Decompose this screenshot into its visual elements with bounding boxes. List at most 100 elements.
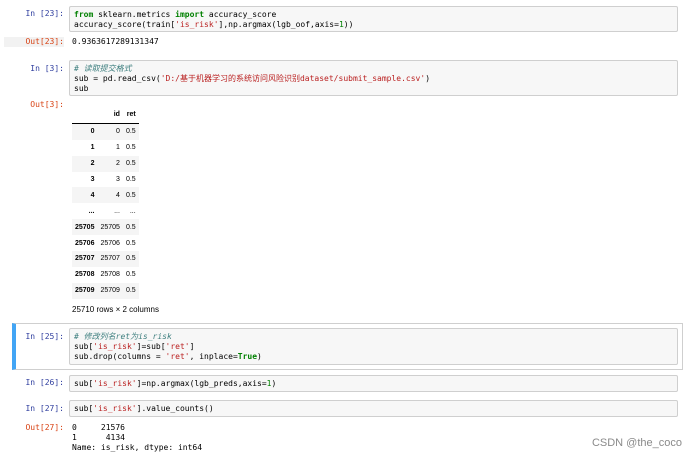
table-cell: 0.5 — [125, 287, 136, 295]
code-token: ]=sub[ — [136, 342, 166, 351]
row-index: 0 — [90, 128, 95, 136]
cell-27-in-prompt: In [27]: — [25, 404, 64, 413]
cell-3-in-prompt: In [3]: — [30, 64, 64, 73]
cell-27-output-line: 0 21576 — [72, 423, 125, 432]
row-index: 25709 — [75, 287, 95, 295]
cell-26-code-input[interactable]: sub['is_risk']=np.argmax(lgb_preds,axis=… — [69, 375, 678, 392]
code-token: import — [175, 10, 205, 19]
code-line: sub — [74, 84, 673, 94]
cell-27-code-input[interactable]: sub['is_risk'].value_counts() — [69, 400, 678, 417]
table-row: 3 3 0.5 — [72, 172, 139, 188]
code-token: sub[ — [74, 404, 94, 413]
code-token: ) — [271, 379, 277, 388]
table-cell: ... — [129, 207, 136, 215]
csdn-watermark: CSDN @the_coco — [591, 437, 682, 449]
table-cell: 0.5 — [125, 191, 136, 199]
code-line: # 读取提交格式 — [74, 64, 673, 74]
code-token: 'ret' — [165, 342, 190, 351]
cell-23-in-prompt: In [23]: — [25, 9, 64, 18]
dataframe-table: id ret 0 0 0.5 1 1 0.5 2 2 0.5 3 3 0.5 4 4 0.5........… — [72, 107, 139, 299]
row-index: 3 — [90, 176, 95, 183]
table-row: 25709 25709 0.5 — [72, 282, 139, 299]
column-header-id: id — [97, 107, 123, 124]
table-cell: 3 — [116, 176, 120, 183]
cell-3-out-prompt: Out[3]: — [30, 100, 64, 109]
code-token: 'is_risk' — [93, 379, 137, 388]
code-token: sklearn.metrics — [93, 10, 176, 19]
row-index: 1 — [90, 144, 95, 152]
code-token: 'is_risk' — [93, 342, 137, 351]
code-token: sub[ — [74, 379, 94, 388]
code-token: from — [74, 10, 94, 19]
cell-23-out-prompt: Out[23]: — [4, 37, 64, 47]
row-index: ... — [88, 207, 95, 215]
row-index: 2 — [90, 160, 95, 168]
table-row: 25706 25706 0.5 — [72, 235, 139, 251]
code-token: sub — [74, 84, 89, 93]
table-cell: 25707 — [100, 255, 120, 263]
code-line: sub['is_risk']=np.argmax(lgb_preds,axis=… — [74, 379, 673, 389]
code-line: sub['is_risk'].value_counts() — [74, 404, 673, 414]
table-cell: 2 — [116, 160, 120, 168]
table-cell: 4 — [116, 191, 120, 199]
cell-27-output-line: 1 4134 — [72, 433, 125, 442]
code-token: ) — [257, 352, 262, 361]
table-cell: 25708 — [100, 271, 120, 279]
table-row: 1 1 0.5 — [72, 140, 139, 156]
table-row: 25708 25708 0.5 — [72, 267, 139, 283]
code-token: accuracy_score — [204, 10, 277, 19]
row-index: 25706 — [75, 239, 95, 247]
dataframe-shape: 25710 rows × 2 columns — [72, 305, 159, 314]
dataframe-header-row: id ret — [72, 107, 139, 124]
index-header — [72, 107, 98, 124]
code-token: sub[ — [74, 342, 94, 351]
column-header-ret: ret — [122, 107, 139, 124]
row-index: 25708 — [75, 271, 95, 279]
table-cell: 0.5 — [125, 239, 136, 247]
table-cell: 1 — [116, 144, 120, 152]
code-comment: # 读取提交格式 — [74, 64, 132, 73]
code-line: sub['is_risk']=sub['ret'] — [74, 342, 673, 352]
cell-3-code-input[interactable]: # 读取提交格式 sub = pd.read_csv('D:/基于机器学习的系统访… — [69, 60, 678, 96]
table-row: 4 4 0.5 — [72, 187, 139, 204]
table-cell: 25706 — [100, 239, 120, 247]
cell-25-in-prompt: In [25]: — [25, 332, 64, 341]
code-token: ],np.argmax(lgb_oof,axis= — [218, 20, 339, 29]
table-row: 2 2 0.5 — [72, 155, 139, 172]
table-cell: 0.5 — [125, 128, 136, 136]
code-token: ] — [189, 342, 195, 351]
table-cell: 0.5 — [125, 176, 136, 183]
code-token: accuracy_score(train[ — [74, 20, 176, 29]
table-cell: 0.5 — [125, 223, 136, 231]
code-token: , inplace= — [189, 352, 238, 361]
row-index: 25705 — [75, 223, 95, 231]
code-token: ) — [425, 74, 431, 83]
table-cell: 0 — [116, 128, 120, 136]
code-line: from sklearn.metrics import accuracy_sco… — [74, 10, 673, 20]
cell-27-output-line: Name: is_risk, dtype: int64 — [72, 443, 203, 452]
table-row: 0 0 0.5 — [72, 123, 139, 140]
code-line: sub.drop(columns = 'ret', inplace=True) — [74, 352, 673, 362]
cell-23-code-input[interactable]: from sklearn.metrics import accuracy_sco… — [69, 6, 678, 32]
code-token: 'is_risk' — [175, 20, 219, 29]
cell-23-output: 0.9363617289131347 — [72, 37, 159, 46]
code-line: accuracy_score(train['is_risk'],np.argma… — [74, 20, 673, 30]
table-cell: 0.5 — [125, 160, 136, 168]
code-token: ].value_counts() — [136, 404, 214, 413]
code-line: sub = pd.read_csv('D:/基于机器学习的系统访问风险识别dat… — [74, 74, 673, 84]
code-token: )) — [343, 20, 354, 29]
table-cell: 25709 — [100, 287, 120, 295]
code-token: True — [237, 352, 258, 361]
cell-26-in-prompt: In [26]: — [25, 378, 64, 387]
code-token: 'ret' — [165, 352, 190, 361]
table-cell: 0.5 — [125, 144, 136, 152]
code-comment: # 修改列名ret为is_risk — [74, 332, 172, 341]
table-cell: 0.5 — [125, 255, 136, 263]
table-row: 25705 25705 0.5 — [72, 219, 139, 236]
cell-25-code-input[interactable]: # 修改列名ret为is_risk sub['is_risk']=sub['ret… — [69, 328, 678, 365]
code-token: ]=np.argmax(lgb_preds,axis= — [136, 379, 267, 388]
table-row: ......... — [72, 203, 139, 219]
table-row: 25707 25707 0.5 — [72, 251, 139, 267]
row-index: 4 — [90, 191, 95, 199]
code-token: 'is_risk' — [93, 404, 137, 413]
